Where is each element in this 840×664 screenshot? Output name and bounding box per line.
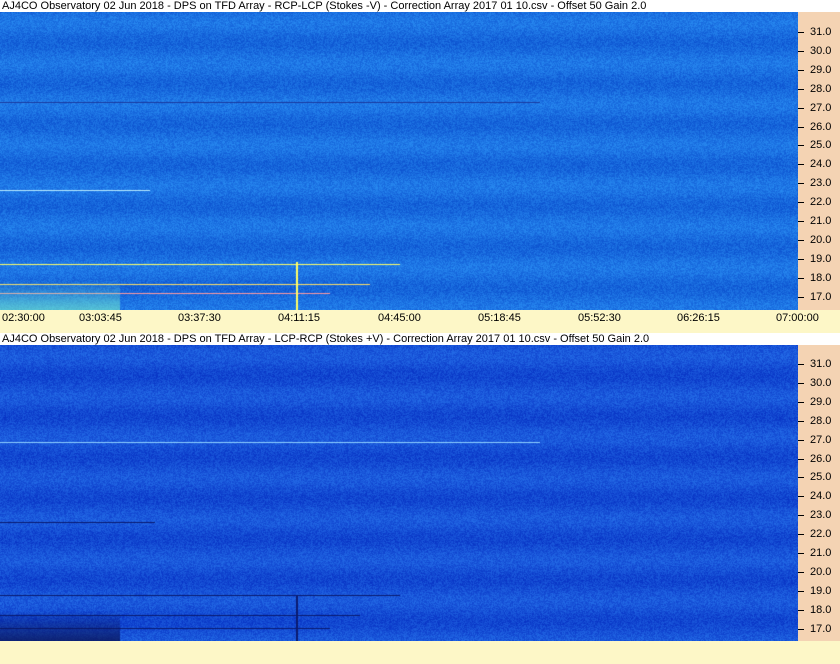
frequency-tick [798,183,804,185]
panel1-spectrogram [0,12,798,310]
frequency-tick [798,571,804,573]
frequency-tick [798,202,804,204]
frequency-label: 20.0 [810,233,832,246]
frequency-tick [798,50,804,52]
frequency-label: 23.0 [810,509,832,522]
frequency-label: 17.0 [810,290,832,303]
frequency-label: 30.0 [810,44,832,57]
frequency-tick [798,296,804,298]
frequency-label: 24.0 [810,490,832,503]
frequency-label: 18.0 [810,603,832,616]
frequency-tick [798,126,804,128]
frequency-tick [798,496,804,498]
frequency-label: 30.0 [810,376,832,389]
time-label: 04:45:00 [378,312,421,324]
frequency-tick [798,239,804,241]
time-axis: 02:30:00 03:03:45 03:37:30 04:11:15 04:45:00… [0,310,840,328]
frequency-tick [798,401,804,403]
frequency-label: 19.0 [810,252,832,265]
time-label: 03:03:45 [79,312,122,324]
frequency-tick [798,277,804,279]
frequency-label: 19.0 [810,584,832,597]
panel2-frequency-axis: 31.0 30.0 29.0 28.0 27.0 26.0 25.0 24.0 23.0 22.0… [798,345,840,641]
frequency-tick [798,145,804,147]
frequency-label: 24.0 [810,158,832,171]
frequency-label: 26.0 [810,452,832,465]
frequency-tick [798,628,804,630]
frequency-tick [798,609,804,611]
frequency-label: 28.0 [810,414,832,427]
frequency-tick [798,553,804,554]
frequency-tick [798,590,804,592]
frequency-tick [798,164,804,166]
frequency-tick [798,107,804,109]
frequency-tick [798,477,804,479]
frequency-label: 23.0 [810,177,832,190]
frequency-label: 25.0 [810,139,832,152]
time-label: 02:30:00 [2,312,45,324]
time-label: 04:11:15 [278,312,321,324]
frequency-label: 20.0 [810,565,832,578]
frequency-tick [798,32,804,33]
bottom-strip [0,641,840,664]
panel2-spectrogram [0,345,798,641]
frequency-tick [798,534,804,536]
frequency-tick [798,69,804,71]
time-label: 05:52:30 [578,312,621,324]
time-label: 06:26:15 [677,312,720,324]
frequency-label: 27.0 [810,433,832,446]
frequency-label: 28.0 [810,82,832,95]
frequency-tick [798,88,804,90]
frequency-tick [798,439,804,441]
frequency-tick [798,258,804,260]
frequency-label: 29.0 [810,63,832,76]
frequency-label: 21.0 [810,215,832,227]
frequency-label: 31.0 [810,358,832,370]
frequency-label: 27.0 [810,101,832,114]
frequency-tick [798,420,804,422]
frequency-label: 18.0 [810,271,832,284]
frequency-label: 17.0 [810,622,832,635]
time-label: 03:37:30 [178,312,221,324]
frequency-label: 25.0 [810,471,832,484]
frequency-tick [798,382,804,384]
panel1-title: AJ4CO Observatory 02 Jun 2018 - DPS on T… [0,0,840,12]
time-label: 07:00:00 [776,312,819,324]
frequency-label: 22.0 [810,196,832,209]
frequency-tick [798,221,804,222]
frequency-label: 26.0 [810,120,832,133]
frequency-tick [798,515,804,517]
panel1-frequency-axis: 31.0 30.0 29.0 28.0 27.0 26.0 25.0 24.0 23.0 22.0… [798,12,840,310]
frequency-label: 21.0 [810,547,832,559]
frequency-label: 29.0 [810,395,832,408]
frequency-tick [798,364,804,365]
panel2-title: AJ4CO Observatory 02 Jun 2018 - DPS on T… [0,333,840,345]
time-label: 05:18:45 [478,312,521,324]
frequency-label: 22.0 [810,528,832,541]
frequency-tick [798,458,804,460]
frequency-label: 31.0 [810,26,832,38]
